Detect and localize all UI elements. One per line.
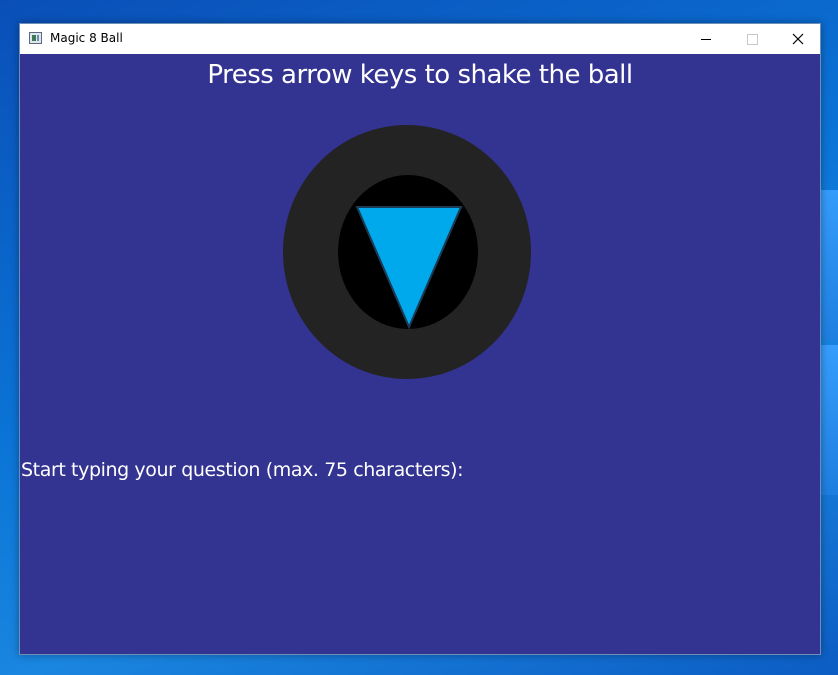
desktop-wallpaper-streak (820, 190, 838, 340)
title-bar[interactable]: Magic 8 Ball (20, 24, 820, 54)
close-button[interactable] (775, 24, 821, 54)
maximize-button[interactable] (729, 24, 775, 54)
app-window: Magic 8 Ball Press arrow keys to shake t… (19, 23, 821, 655)
close-icon (792, 33, 804, 45)
desktop-wallpaper-streak (820, 345, 838, 495)
maximize-icon (747, 34, 758, 45)
instruction-text: Press arrow keys to shake the ball (207, 60, 633, 90)
app-window-icon[interactable] (29, 32, 42, 44)
window-title: Magic 8 Ball (50, 31, 123, 45)
magic-8-ball (283, 125, 531, 379)
minimize-button[interactable] (683, 24, 729, 54)
question-prompt: Start typing your question (max. 75 char… (21, 459, 464, 481)
question-input[interactable] (21, 489, 801, 515)
game-canvas[interactable]: Press arrow keys to shake the ball Start… (20, 54, 820, 654)
minimize-icon (701, 39, 711, 40)
